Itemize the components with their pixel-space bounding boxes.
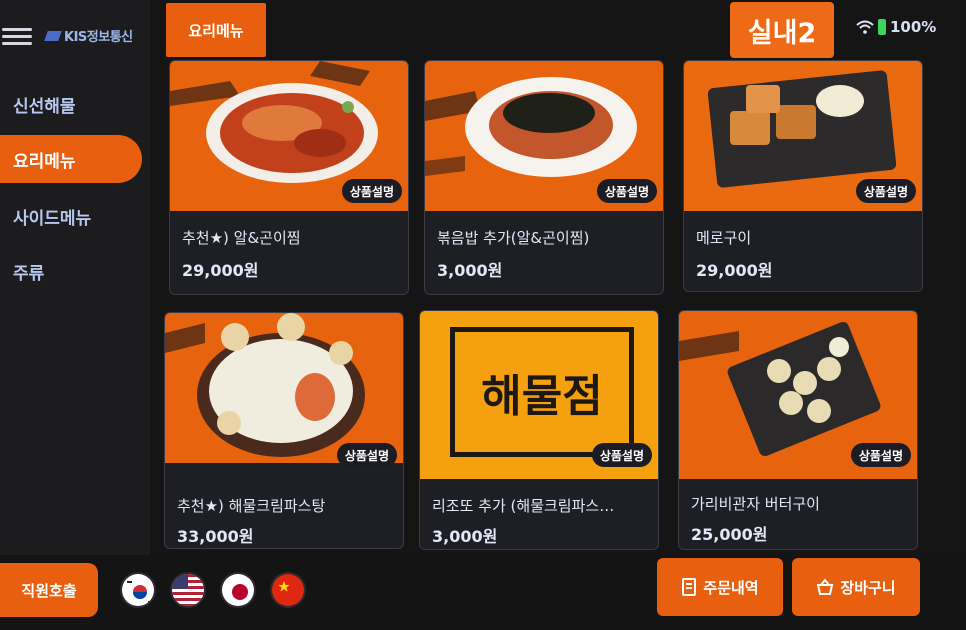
logo-frame: 해물점	[450, 327, 634, 457]
table-number-badge: 실내2	[730, 2, 834, 58]
kiosk-screen: KIS정보통신 신선해물 요리메뉴 사이드메뉴 주류 요리메뉴 실내2 100%	[0, 0, 966, 630]
product-info-button[interactable]: 상품설명	[850, 443, 911, 467]
menu-item-price: 25,000원	[691, 525, 768, 544]
china-flag-icon[interactable]	[270, 572, 306, 608]
menu-card[interactable]: 해물점 상품설명 리조또 추가 (해물크림파스… 3,000원	[419, 310, 659, 550]
hamburger-menu-icon[interactable]	[2, 28, 32, 46]
bottom-bar: 직원호출 주문내역 장바구니	[0, 555, 966, 630]
product-info-label: 상품설명	[599, 448, 644, 463]
sidebar-item-label: 사이드메뉴	[13, 208, 92, 229]
product-info-button[interactable]: 상품설명	[855, 179, 916, 203]
cart-label: 장바구니	[840, 578, 896, 597]
sidebar-item-dishes[interactable]: 요리메뉴	[0, 135, 142, 183]
menu-item-name: 볶음밥 추가(알&곤이찜)	[437, 229, 590, 247]
japan-flag-icon[interactable]	[220, 572, 256, 608]
product-info-button[interactable]: 상품설명	[341, 179, 402, 203]
menu-item-price: 29,000원	[182, 261, 259, 280]
product-info-label: 상품설명	[858, 448, 903, 463]
product-info-label: 상품설명	[344, 448, 389, 463]
menu-item-name: 추천★) 해물크림파스탕	[177, 497, 326, 515]
battery-level: 100%	[890, 18, 937, 36]
brand-logo: KIS정보통신	[44, 26, 133, 45]
order-history-button[interactable]: 주문내역	[657, 558, 783, 616]
table-label: 실내2	[747, 17, 817, 49]
sidebar-item-label: 신선해물	[13, 96, 76, 117]
sidebar: KIS정보통신 신선해물 요리메뉴 사이드메뉴 주류	[0, 0, 150, 555]
menu-card[interactable]: 상품설명 볶음밥 추가(알&곤이찜) 3,000원	[424, 60, 664, 295]
menu-card[interactable]: 상품설명 메로구이 29,000원	[683, 60, 923, 292]
sidebar-item-label: 주류	[13, 263, 45, 284]
product-info-button[interactable]: 상품설명	[596, 179, 657, 203]
menu-item-price: 3,000원	[437, 261, 503, 280]
menu-item-name: 메로구이	[696, 229, 752, 247]
menu-card[interactable]: 상품설명 추천★) 알&곤이찜 29,000원	[169, 60, 409, 295]
cart-button[interactable]: 장바구니	[792, 558, 920, 616]
battery-icon	[878, 19, 886, 35]
call-staff-label: 직원호출	[21, 581, 77, 600]
logo-text: 해물점	[481, 371, 603, 422]
korean-flag-icon[interactable]	[120, 572, 156, 608]
usa-flag-icon[interactable]	[170, 572, 206, 608]
tab-dishes[interactable]: 요리메뉴	[166, 3, 266, 57]
sidebar-item-drinks[interactable]: 주류	[0, 247, 142, 295]
status-bar: 100%	[856, 18, 936, 36]
order-history-label: 주문내역	[703, 578, 759, 597]
menu-item-price: 33,000원	[177, 527, 254, 546]
product-info-label: 상품설명	[863, 184, 908, 199]
call-staff-button[interactable]: 직원호출	[0, 563, 98, 617]
product-info-button[interactable]: 상품설명	[336, 443, 397, 467]
sidebar-item-label: 요리메뉴	[13, 151, 76, 172]
menu-card[interactable]: 상품설명 추천★) 해물크림파스탕 33,000원	[164, 312, 404, 549]
menu-item-name: 가리비관자 버터구이	[691, 495, 820, 513]
sidebar-item-fresh-seafood[interactable]: 신선해물	[0, 80, 142, 128]
brand-mark-icon	[44, 30, 62, 41]
basket-icon	[817, 579, 834, 595]
sidebar-item-side-menu[interactable]: 사이드메뉴	[0, 192, 142, 240]
product-info-button[interactable]: 상품설명	[591, 443, 652, 467]
receipt-icon	[682, 578, 697, 596]
menu-item-image	[165, 313, 403, 463]
tab-label: 요리메뉴	[188, 21, 244, 40]
menu-card[interactable]: 상품설명 가리비관자 버터구이 25,000원	[678, 310, 918, 550]
menu-item-name: 추천★) 알&곤이찜	[182, 229, 301, 247]
product-info-label: 상품설명	[349, 184, 394, 199]
wifi-icon	[856, 20, 874, 34]
menu-item-name: 리조또 추가 (해물크림파스…	[432, 497, 615, 515]
brand-name: KIS정보통신	[64, 30, 133, 45]
menu-item-price: 3,000원	[432, 527, 498, 546]
product-info-label: 상품설명	[604, 184, 649, 199]
menu-item-price: 29,000원	[696, 261, 773, 280]
